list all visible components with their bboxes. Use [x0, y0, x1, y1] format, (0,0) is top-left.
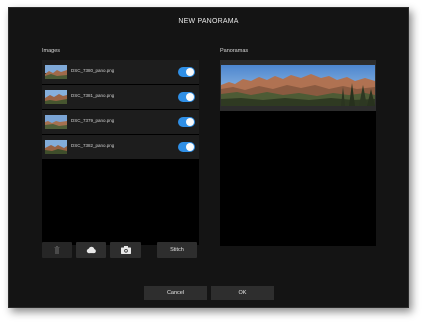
- panoramas-list: [220, 60, 376, 246]
- toggle-knob: [186, 118, 194, 126]
- image-file-name: DSC_7381_pano.png: [71, 93, 115, 98]
- camera-button[interactable]: [110, 242, 141, 258]
- cloud-import-button[interactable]: [76, 242, 106, 258]
- image-include-toggle[interactable]: [178, 142, 195, 152]
- image-thumbnail: [45, 90, 67, 104]
- cancel-button[interactable]: Cancel: [144, 286, 207, 300]
- image-thumbnail: [45, 65, 67, 79]
- image-file-name: DSC_7382_pano.png: [71, 143, 115, 148]
- panorama-list-item[interactable]: [220, 60, 376, 111]
- image-list-item[interactable]: DSC_7382_pano.png: [42, 135, 199, 159]
- panoramas-section-label: Panoramas: [220, 48, 249, 54]
- image-include-toggle[interactable]: [178, 67, 195, 77]
- image-list-item[interactable]: DSC_7381_pano.png: [42, 85, 199, 109]
- image-thumbnail: [45, 115, 67, 129]
- stitch-button[interactable]: Stitch: [157, 242, 197, 258]
- panorama-thumbnail: [221, 65, 375, 106]
- image-include-toggle[interactable]: [178, 92, 195, 102]
- image-include-toggle[interactable]: [178, 117, 195, 127]
- dialog-title: NEW PANORAMA: [178, 18, 239, 25]
- delete-button[interactable]: [42, 242, 72, 258]
- image-file-name: DSC_7379_pano.png: [71, 118, 115, 123]
- images-section-label: Images: [42, 48, 61, 54]
- toggle-knob: [186, 93, 194, 101]
- toggle-knob: [186, 143, 194, 151]
- images-list: DSC_7380_pano.png DSC_7381_pano.png DSC_…: [42, 60, 199, 245]
- toggle-knob: [186, 68, 194, 76]
- image-list-item[interactable]: DSC_7380_pano.png: [42, 60, 199, 84]
- image-list-item[interactable]: DSC_7379_pano.png: [42, 110, 199, 134]
- image-thumbnail: [45, 140, 67, 154]
- new-panorama-dialog: NEW PANORAMA Images DSC_7380_pano.png DS…: [8, 7, 409, 308]
- ok-button[interactable]: OK: [211, 286, 274, 300]
- image-file-name: DSC_7380_pano.png: [71, 68, 115, 73]
